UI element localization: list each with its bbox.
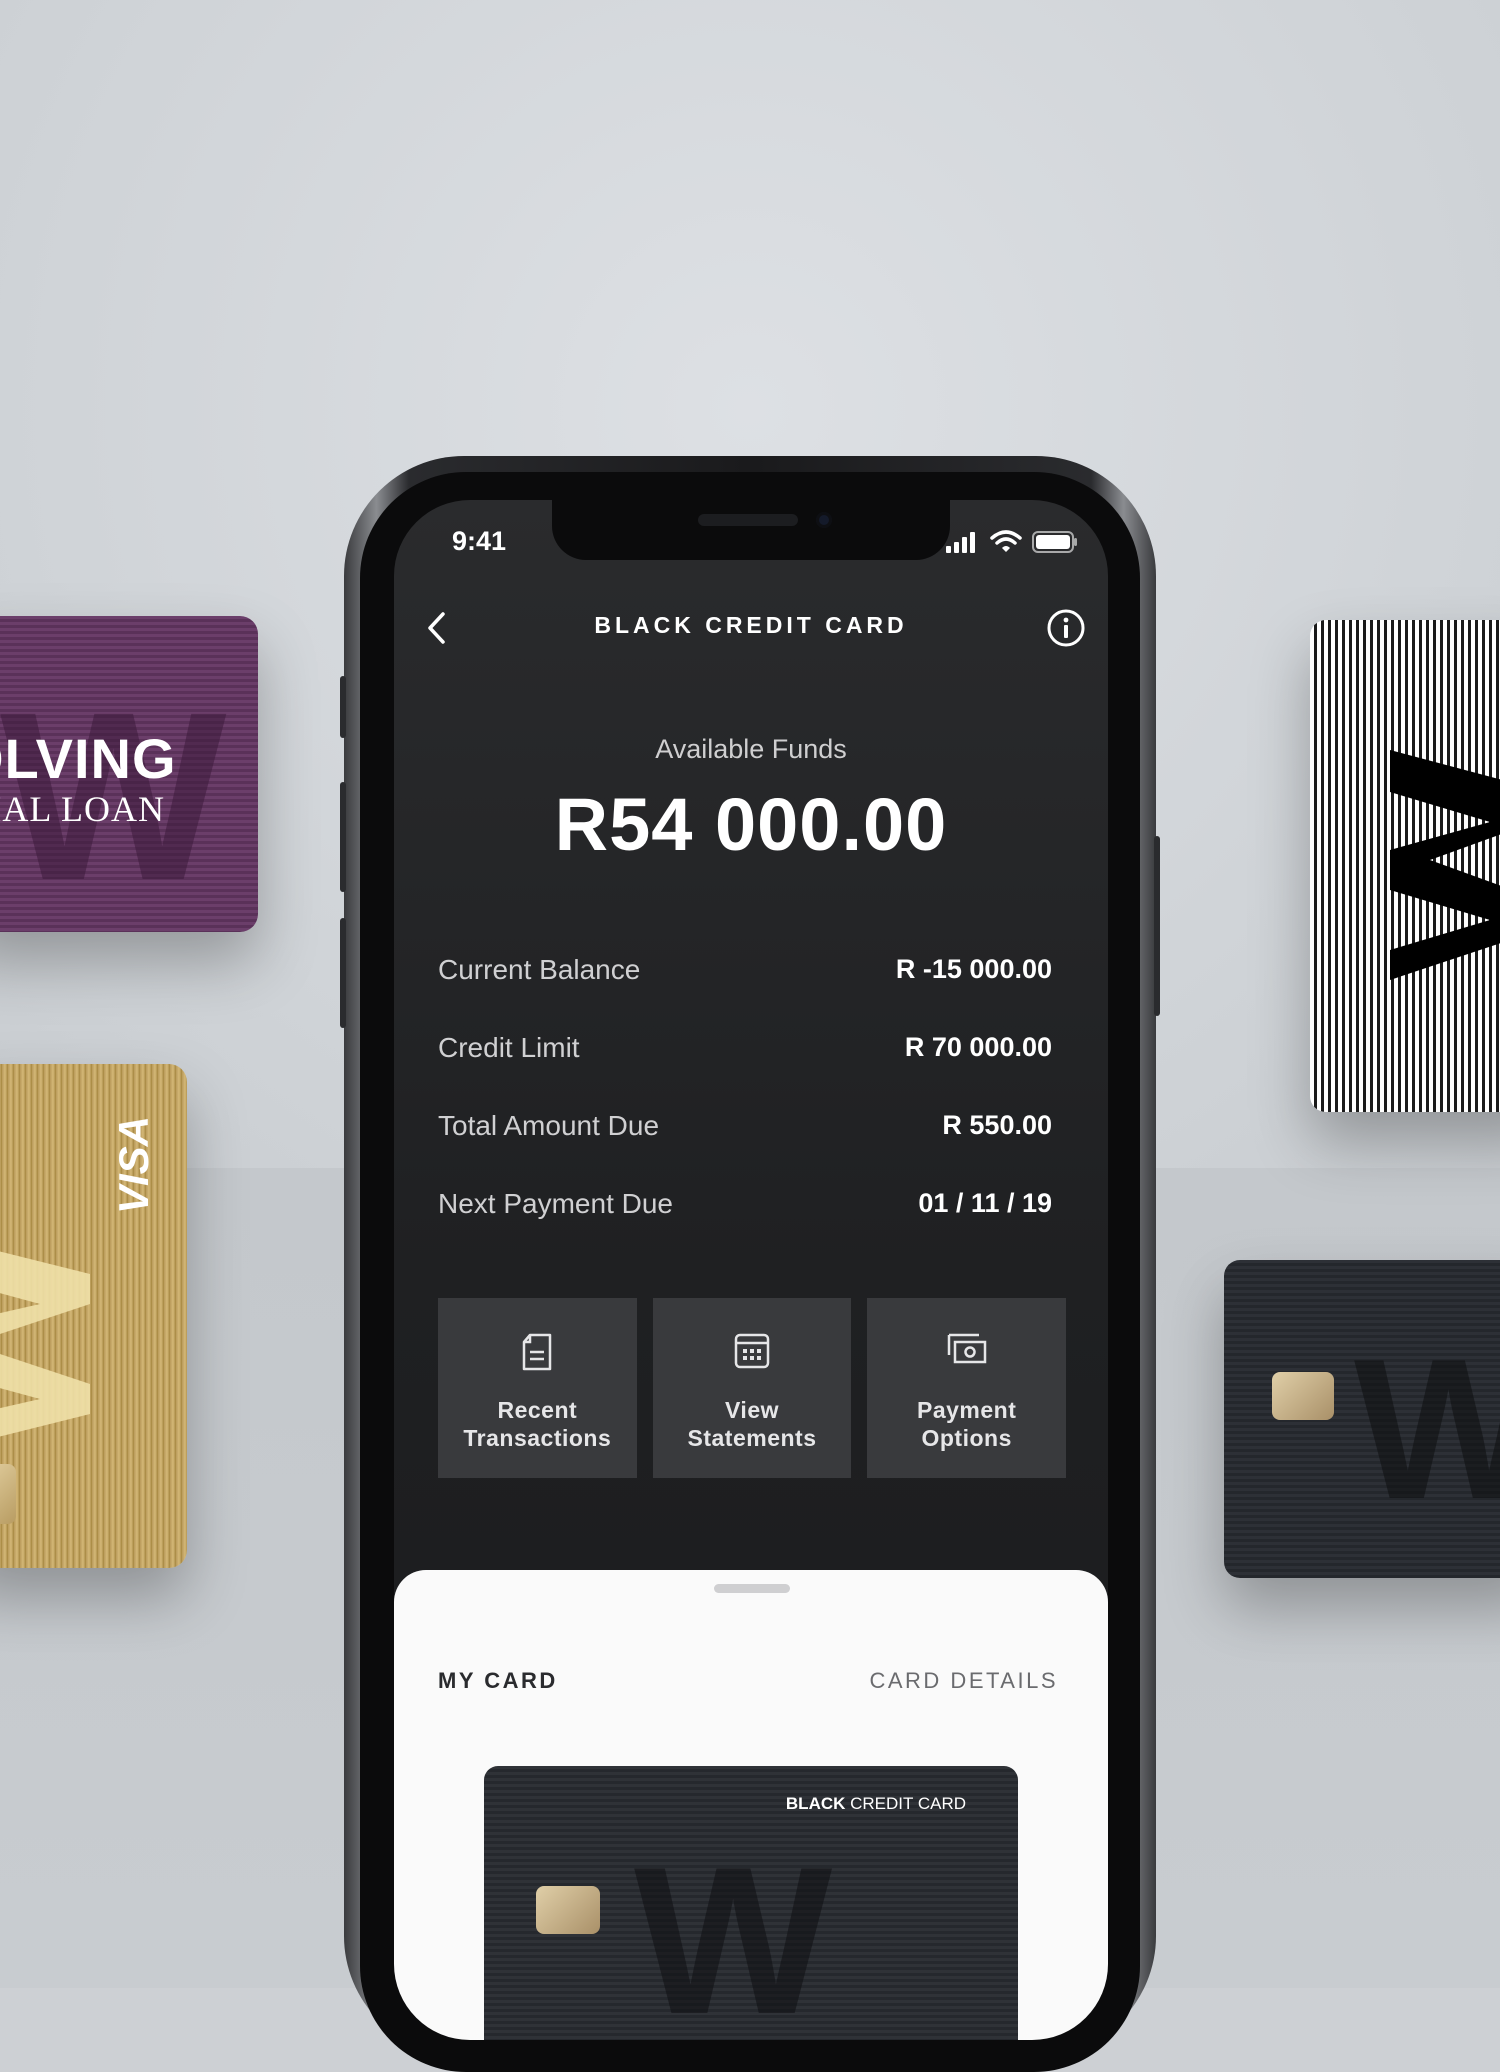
detail-value: R 70 000.00 bbox=[904, 1032, 1052, 1062]
battery-icon bbox=[1032, 531, 1077, 553]
card-chip bbox=[536, 1886, 600, 1934]
page-title: BLACK CREDIT CARD bbox=[594, 612, 908, 638]
detail-row-total-due: Total Amount Due R 550.00 bbox=[438, 1110, 1052, 1150]
wifi-icon bbox=[990, 530, 1022, 552]
black-card-background: W bbox=[1224, 1260, 1500, 1578]
purple-loan-card: W OLVING IAL LOAN bbox=[0, 616, 258, 932]
detail-row-next-payment: Next Payment Due 01 / 11 / 19 bbox=[438, 1188, 1052, 1228]
my-card-heading: MY CARD bbox=[438, 1668, 558, 1693]
top-bar: BLACK CREDIT CARD bbox=[394, 598, 1108, 658]
detail-row-credit-limit: Credit Limit R 70 000.00 bbox=[438, 1032, 1052, 1072]
action-label-line2: Transactions bbox=[463, 1425, 612, 1451]
black-card-w-logo: W bbox=[1354, 1318, 1500, 1541]
notch bbox=[552, 500, 950, 560]
purple-card-line1: OLVING bbox=[0, 727, 177, 790]
card-w-logo: W bbox=[634, 1823, 833, 2041]
black-card-chip bbox=[1272, 1372, 1334, 1420]
phone-volume-down bbox=[340, 918, 346, 1028]
front-camera bbox=[816, 512, 832, 528]
phone-screen: 9:41 BLACK CREDIT CARD Available Funds R… bbox=[394, 500, 1108, 2040]
available-funds-label: Available Funds bbox=[655, 734, 847, 764]
info-icon bbox=[1047, 609, 1085, 647]
detail-value: 01 / 11 / 19 bbox=[918, 1188, 1052, 1218]
info-button[interactable] bbox=[1044, 606, 1088, 650]
action-label-line1: View bbox=[725, 1397, 779, 1423]
receipt-icon bbox=[523, 1333, 552, 1371]
detail-label: Total Amount Due bbox=[438, 1110, 660, 1141]
payment-options-button[interactable]: Payment Options bbox=[867, 1298, 1067, 1478]
status-time: 9:41 bbox=[452, 526, 507, 556]
action-label-line1: Payment bbox=[916, 1397, 1017, 1423]
action-label-line2: Statements bbox=[687, 1425, 817, 1451]
phone-mute-switch bbox=[340, 676, 346, 738]
striped-card bbox=[1310, 620, 1500, 1112]
phone-power-button bbox=[1154, 836, 1160, 1016]
status-icons bbox=[946, 530, 1078, 554]
purple-card-line2: IAL LOAN bbox=[0, 789, 165, 829]
sheet-drag-handle[interactable] bbox=[714, 1584, 790, 1593]
gold-visa-card: VISA bbox=[0, 1064, 187, 1568]
detail-label: Next Payment Due bbox=[438, 1188, 673, 1219]
detail-label: Current Balance bbox=[438, 954, 641, 985]
card-brand-rest: CREDIT CARD bbox=[845, 1794, 966, 1813]
view-statements-button[interactable]: View Statements bbox=[652, 1298, 852, 1478]
cash-icon bbox=[947, 1333, 986, 1364]
available-funds-value: R54 000.00 bbox=[554, 783, 948, 866]
detail-value: R 550.00 bbox=[942, 1110, 1052, 1140]
gold-card-chip bbox=[0, 1464, 16, 1524]
detail-value: R -15 000.00 bbox=[895, 954, 1052, 984]
striped-card-w-logo bbox=[1390, 750, 1500, 980]
signal-icon bbox=[946, 532, 975, 553]
card-brand-bold: BLACK bbox=[785, 1794, 846, 1813]
recent-transactions-button[interactable]: Recent Transactions bbox=[438, 1298, 637, 1478]
card-details-link[interactable]: CARD DETAILS bbox=[869, 1668, 1058, 1694]
action-tiles: Recent Transactions View Statements Paym… bbox=[438, 1298, 1067, 1478]
action-label-line1: Recent bbox=[497, 1397, 578, 1423]
gold-card-w-logo bbox=[0, 1251, 90, 1437]
detail-label: Credit Limit bbox=[438, 1032, 580, 1063]
speaker bbox=[698, 514, 798, 526]
action-label-line2: Options bbox=[921, 1425, 1012, 1451]
calendar-icon bbox=[734, 1333, 770, 1369]
phone-volume-up bbox=[340, 782, 346, 892]
detail-row-current-balance: Current Balance R -15 000.00 bbox=[438, 954, 1052, 994]
visa-logo: VISA bbox=[110, 1115, 157, 1214]
card-brand-text: BLACK CREDIT CARD bbox=[786, 1794, 966, 1814]
black-credit-card-image[interactable]: W BLACK CREDIT CARD bbox=[484, 1766, 1018, 2040]
my-card-sheet: MY CARD CARD DETAILS W BLACK CREDIT CARD bbox=[394, 1570, 1108, 2040]
